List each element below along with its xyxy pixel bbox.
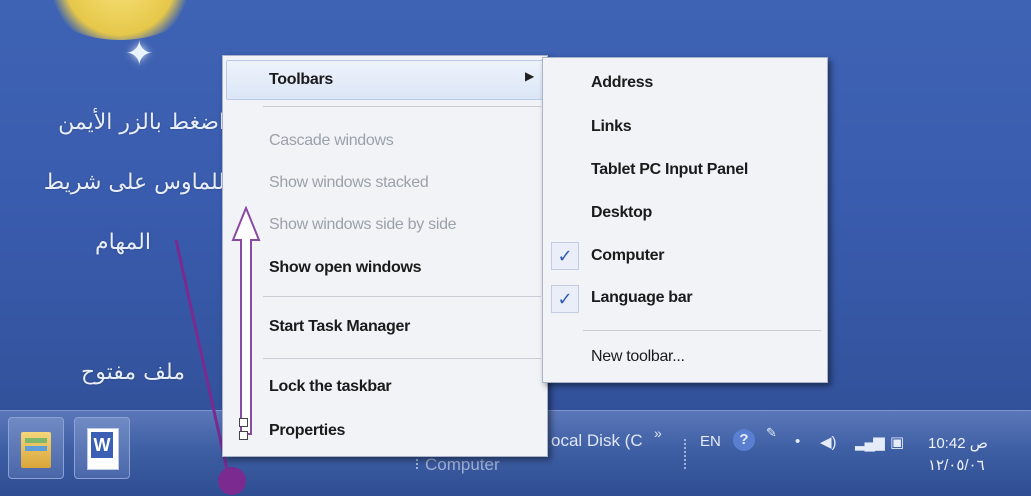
square-icon — [239, 431, 248, 440]
menu-item-properties[interactable]: Properties — [269, 422, 345, 440]
annotation-line-2: للماوس على شريط — [43, 170, 225, 195]
annotation-line-3: المهام — [95, 230, 151, 255]
submenu-separator — [583, 330, 821, 331]
menu-separator — [263, 296, 541, 297]
check-icon: ✓ — [551, 242, 579, 270]
submenu-item-new-toolbar[interactable]: New toolbar... — [591, 348, 685, 366]
submenu-arrow-icon: ▶ — [525, 69, 535, 83]
submenu-item-language-bar[interactable]: Language bar — [591, 289, 693, 307]
taskbar-button-explorer[interactable] — [8, 417, 64, 479]
menu-item-lock-taskbar[interactable]: Lock the taskbar — [269, 378, 392, 396]
toolbar-grip-2[interactable] — [684, 439, 690, 469]
tray-dot-icon: • — [795, 433, 801, 450]
square-icon — [239, 418, 248, 427]
network-icon[interactable]: ▣ — [890, 433, 904, 451]
taskbar-local-disk-label[interactable]: ocal Disk (C — [551, 431, 643, 451]
clock-time: 10:42 — [928, 435, 966, 452]
mouse-click-dot — [218, 467, 246, 495]
pen-icon[interactable]: ✎ — [766, 425, 777, 441]
menu-separator — [263, 106, 541, 107]
taskbar-context-menu: Toolbars ▶ Cascade windows Show windows … — [222, 55, 548, 457]
clock[interactable]: 10:42 ص ١٢/٠٥/٠٦ — [928, 433, 988, 477]
signal-icon[interactable]: ▂▄▆ — [855, 433, 885, 451]
menu-item-show-windows-stacked[interactable]: Show windows stacked — [269, 174, 429, 192]
submenu-item-links[interactable]: Links — [591, 118, 632, 136]
volume-icon[interactable]: ◀) — [820, 433, 837, 451]
word-icon — [87, 428, 119, 470]
check-icon: ✓ — [551, 285, 579, 313]
help-icon[interactable]: ? — [733, 429, 755, 451]
annotation-open-file: ملف مفتوح — [81, 360, 185, 385]
taskbar-computer-label[interactable]: Computer — [425, 455, 500, 475]
menu-item-show-windows-side-by-side[interactable]: Show windows side by side — [269, 216, 457, 234]
menu-item-start-task-manager[interactable]: Start Task Manager — [269, 318, 410, 336]
annotation-line-1: اضغط بالزر الأيمن — [58, 110, 225, 135]
menu-item-cascade-windows[interactable]: Cascade windows — [269, 132, 394, 150]
submenu-item-desktop[interactable]: Desktop — [591, 204, 652, 222]
clock-date: ١٢/٠٥/٠٦ — [928, 457, 985, 474]
toolbar-overflow-chevron[interactable]: » — [654, 425, 662, 441]
folder-icon — [21, 432, 51, 468]
up-arrow-icon — [231, 206, 261, 435]
taskbar-button-word[interactable] — [74, 417, 130, 479]
wallpaper-sun — [40, 0, 200, 40]
submenu-item-computer[interactable]: Computer — [591, 247, 664, 265]
toolbars-submenu: Address Links Tablet PC Input Panel Desk… — [542, 57, 828, 383]
menu-item-toolbars[interactable]: Toolbars — [269, 71, 333, 89]
menu-separator — [263, 358, 541, 359]
submenu-item-address[interactable]: Address — [591, 74, 653, 92]
submenu-item-tablet-pc-input-panel[interactable]: Tablet PC Input Panel — [591, 161, 748, 179]
menu-item-show-open-windows[interactable]: Show open windows — [269, 259, 422, 277]
language-indicator[interactable]: EN — [700, 433, 721, 450]
clock-ampm: ص — [969, 435, 988, 452]
sparkle-icon: ✦ — [125, 35, 154, 73]
